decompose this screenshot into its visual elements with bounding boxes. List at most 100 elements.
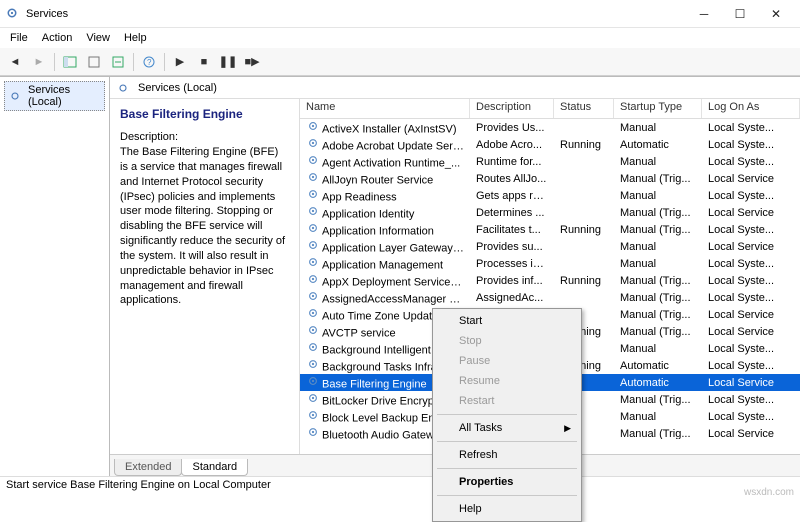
svc-logon: Local Syste...: [702, 275, 800, 287]
stop-button[interactable]: ■: [193, 51, 215, 73]
svc-logon: Local Syste...: [702, 292, 800, 304]
services-icon: [9, 90, 21, 103]
svc-logon: Local Service: [702, 377, 800, 389]
show-hide-button[interactable]: [59, 51, 81, 73]
col-description[interactable]: Description: [470, 99, 554, 118]
service-row[interactable]: Agent Activation Runtime_...Runtime for.…: [300, 153, 800, 170]
chevron-right-icon: ▶: [564, 423, 571, 434]
svc-logon: Local Syste...: [702, 258, 800, 270]
description-text: The Base Filtering Engine (BFE) is a ser…: [120, 145, 289, 308]
help-button[interactable]: ?: [138, 51, 160, 73]
svc-startup: Manual (Trig...: [614, 224, 702, 236]
svc-status: Running: [554, 139, 614, 151]
maximize-button[interactable]: ☐: [722, 1, 758, 27]
gear-icon: [306, 188, 319, 201]
window-title: Services: [26, 8, 686, 20]
refresh-button[interactable]: [107, 51, 129, 73]
svc-logon: Local Service: [702, 326, 800, 338]
svc-startup: Automatic: [614, 139, 702, 151]
gear-icon: [306, 171, 319, 184]
svc-logon: Local Syste...: [702, 156, 800, 168]
svc-name: Application Layer Gateway ...: [322, 242, 465, 254]
svc-name: Agent Activation Runtime_...: [322, 157, 460, 169]
watermark: wsxdn.com: [744, 487, 794, 498]
export-button[interactable]: [83, 51, 105, 73]
ctx-pause[interactable]: Pause: [435, 351, 579, 371]
minimize-button[interactable]: ─: [686, 1, 722, 27]
service-row[interactable]: Application ManagementProcesses in...Man…: [300, 255, 800, 272]
svc-status: Running: [554, 224, 614, 236]
col-name[interactable]: Name: [300, 99, 470, 118]
ctx-start[interactable]: Start: [435, 311, 579, 331]
svc-desc: Determines ...: [470, 207, 554, 219]
svc-logon: Local Syste...: [702, 190, 800, 202]
svc-desc: Adobe Acro...: [470, 139, 554, 151]
svc-desc: Facilitates t...: [470, 224, 554, 236]
svc-logon: Local Syste...: [702, 139, 800, 151]
gear-icon: [306, 137, 319, 150]
svc-logon: Local Service: [702, 309, 800, 321]
service-row[interactable]: Application Layer Gateway ... Provides su…: [300, 238, 800, 255]
gear-icon: [306, 290, 319, 303]
svc-status: Running: [554, 275, 614, 287]
menu-view[interactable]: View: [80, 30, 116, 46]
svc-desc: AssignedAc...: [470, 292, 554, 304]
gear-icon: [306, 392, 319, 405]
ctx-alltasks[interactable]: All Tasks▶: [435, 418, 579, 438]
gear-icon: [306, 409, 319, 422]
svc-logon: Local Service: [702, 173, 800, 185]
svc-startup: Manual: [614, 122, 702, 134]
svc-name: Application Management: [322, 259, 443, 271]
service-row[interactable]: Application Information Facilitates t...R…: [300, 221, 800, 238]
gear-icon: [306, 324, 319, 337]
forward-button[interactable]: ►: [28, 51, 50, 73]
menu-action[interactable]: Action: [36, 30, 79, 46]
back-button[interactable]: ◄: [4, 51, 26, 73]
svc-logon: Local Syste...: [702, 343, 800, 355]
col-startup[interactable]: Startup Type: [614, 99, 702, 118]
service-row[interactable]: ActiveX Installer (AxInstSV)Provides Us.…: [300, 119, 800, 136]
svc-logon: Local Service: [702, 428, 800, 440]
menu-file[interactable]: File: [4, 30, 34, 46]
svc-startup: Manual: [614, 258, 702, 270]
tab-extended[interactable]: Extended: [114, 459, 182, 476]
gear-icon: [306, 239, 319, 252]
service-row[interactable]: Application IdentityDetermines ...Manual…: [300, 204, 800, 221]
close-button[interactable]: ✕: [758, 1, 794, 27]
svc-startup: Manual (Trig...: [614, 292, 702, 304]
menu-help[interactable]: Help: [118, 30, 153, 46]
play-button[interactable]: ▶: [169, 51, 191, 73]
gear-icon: [306, 222, 319, 235]
ctx-help[interactable]: Help: [435, 499, 579, 519]
col-logon[interactable]: Log On As: [702, 99, 800, 118]
gear-icon: [306, 375, 319, 388]
svc-logon: Local Syste...: [702, 122, 800, 134]
tab-standard[interactable]: Standard: [181, 459, 248, 476]
service-row[interactable]: AllJoyn Router ServiceRoutes AllJo...Man…: [300, 170, 800, 187]
svc-desc: Provides su...: [470, 241, 554, 253]
svc-logon: Local Syste...: [702, 360, 800, 372]
context-menu: Start Stop Pause Resume Restart All Task…: [432, 308, 582, 522]
svc-startup: Manual: [614, 190, 702, 202]
restart-button[interactable]: ■▶: [241, 51, 263, 73]
ctx-properties[interactable]: Properties: [435, 472, 579, 492]
service-row[interactable]: AppX Deployment Service (...Provides inf…: [300, 272, 800, 289]
pause-button[interactable]: ❚❚: [217, 51, 239, 73]
svc-startup: Manual (Trig...: [614, 428, 702, 440]
service-row[interactable]: App ReadinessGets apps re...ManualLocal …: [300, 187, 800, 204]
svc-logon: Local Syste...: [702, 224, 800, 236]
tree-root[interactable]: Services (Local): [4, 81, 105, 111]
ctx-restart[interactable]: Restart: [435, 391, 579, 411]
description-label: Description:: [120, 131, 289, 143]
service-row[interactable]: AssignedAccessManager Se...AssignedAc...…: [300, 289, 800, 306]
service-row[interactable]: Adobe Acrobat Update Serv...Adobe Acro..…: [300, 136, 800, 153]
col-status[interactable]: Status: [554, 99, 614, 118]
ctx-stop[interactable]: Stop: [435, 331, 579, 351]
details-panel: Base Filtering Engine Description: The B…: [110, 99, 300, 454]
ctx-resume[interactable]: Resume: [435, 371, 579, 391]
ctx-refresh[interactable]: Refresh: [435, 445, 579, 465]
svc-startup: Manual (Trig...: [614, 275, 702, 287]
svc-name: Auto Time Zone Updater: [322, 310, 442, 322]
svc-name: Application Information: [322, 225, 434, 237]
svc-name: App Readiness: [322, 191, 397, 203]
